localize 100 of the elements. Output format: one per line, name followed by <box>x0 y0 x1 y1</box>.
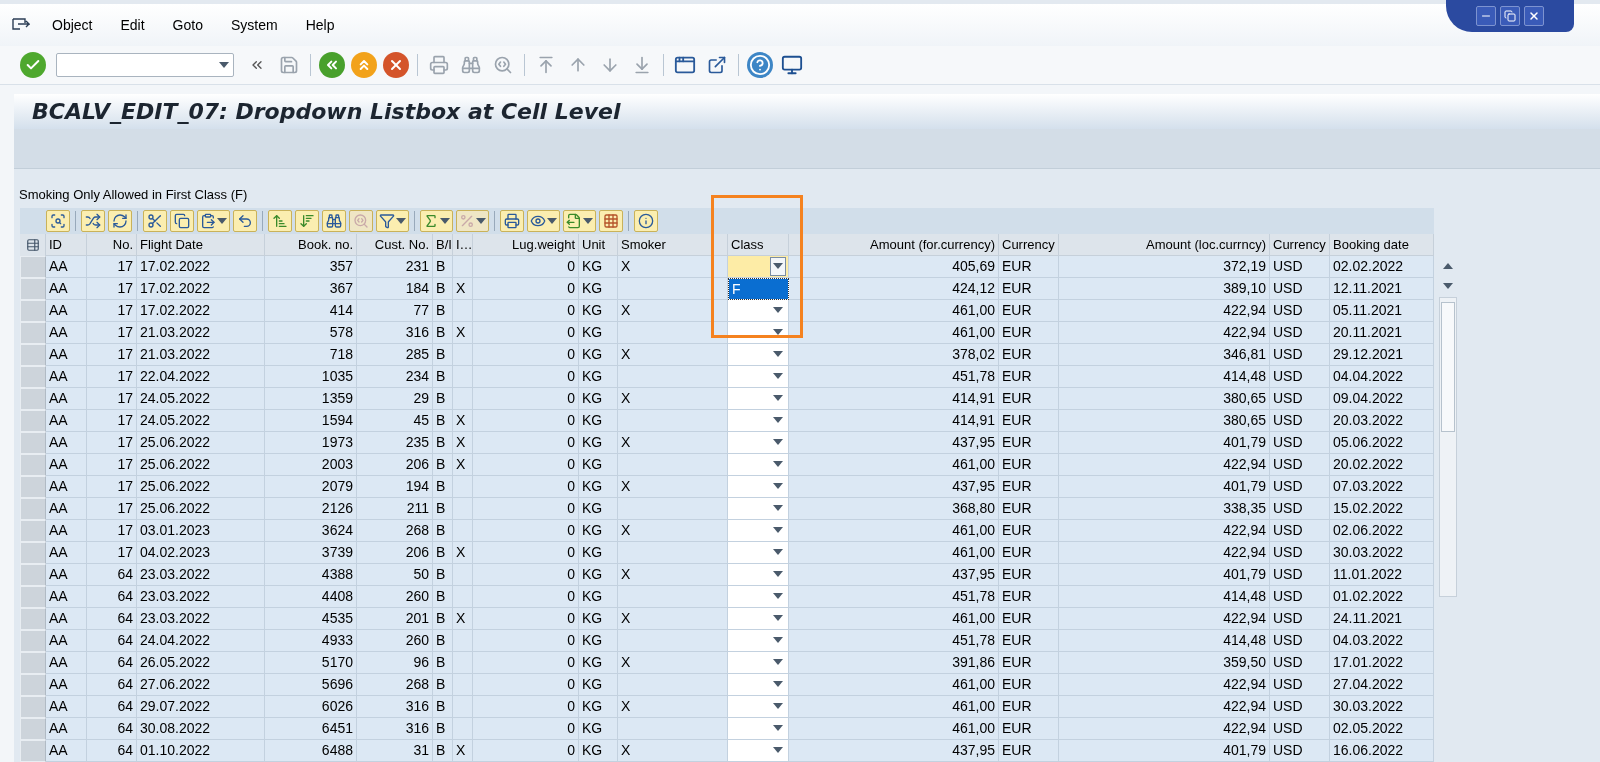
column-header[interactable]: Book. no. <box>265 234 357 256</box>
minimize-button[interactable] <box>1476 6 1496 26</box>
help-button[interactable] <box>747 52 773 78</box>
export-button[interactable] <box>563 209 596 232</box>
dropdown-option[interactable]: F <box>729 279 788 299</box>
dropdown-cell[interactable] <box>728 344 789 366</box>
column-header[interactable]: Booking date <box>1330 234 1434 256</box>
cancel-button[interactable] <box>383 52 409 78</box>
command-field[interactable] <box>56 53 234 77</box>
table-cell: 0 <box>473 300 579 322</box>
table-cell: 422,94 <box>1059 520 1270 542</box>
table-cell: 04.02.2023 <box>137 542 265 564</box>
table-cell: USD <box>1270 674 1330 696</box>
scroll-thumb[interactable] <box>1441 302 1455 432</box>
column-header[interactable]: Lug.weight <box>473 234 579 256</box>
column-header[interactable]: B/I <box>433 234 453 256</box>
dropdown-cell[interactable] <box>728 564 789 586</box>
column-settings-button[interactable] <box>20 234 46 256</box>
menu-item[interactable]: Edit <box>106 17 159 33</box>
table-cell: USD <box>1270 344 1330 366</box>
print-button[interactable] <box>500 209 524 232</box>
total-button[interactable] <box>420 209 453 232</box>
column-header[interactable]: Amount (for.currency) <box>789 234 999 256</box>
table-cell: EUR <box>999 630 1059 652</box>
dropdown-cell[interactable] <box>728 652 789 674</box>
dropdown-cell[interactable] <box>728 476 789 498</box>
down-arrow-icon <box>773 681 783 688</box>
views-button[interactable] <box>527 209 560 232</box>
down-arrow-icon <box>773 351 783 358</box>
dropdown-cell[interactable] <box>728 608 789 630</box>
table-cell: 338,35 <box>1059 498 1270 520</box>
dropdown-cell[interactable] <box>728 696 789 718</box>
dropdown-cell[interactable] <box>728 300 789 322</box>
cut-button[interactable] <box>143 209 167 232</box>
restore-button[interactable] <box>1500 6 1520 26</box>
dropdown-button[interactable] <box>770 257 786 276</box>
table-cell: 64 <box>87 696 137 718</box>
column-header[interactable]: I… <box>453 234 473 256</box>
table-cell: 25.06.2022 <box>137 454 265 476</box>
dropdown-cell[interactable] <box>728 520 789 542</box>
dropdown-cell[interactable] <box>728 432 789 454</box>
sort-descending-button[interactable] <box>295 209 319 232</box>
dropdown-cell[interactable] <box>728 454 789 476</box>
back-button[interactable] <box>319 52 345 78</box>
dropdown-cell[interactable] <box>728 256 789 278</box>
table-cell: AA <box>46 630 87 652</box>
table-cell <box>453 586 473 608</box>
dropdown-cell[interactable] <box>728 366 789 388</box>
column-header[interactable]: Class <box>728 234 789 256</box>
export-icon <box>566 212 582 229</box>
down-arrow-icon <box>1443 283 1453 289</box>
table-cell: 17.02.2022 <box>137 256 265 278</box>
column-header[interactable]: Amount (loc.currncy) <box>1059 234 1270 256</box>
subtotal-button[interactable] <box>456 209 489 232</box>
close-button[interactable] <box>1524 6 1544 26</box>
column-header[interactable]: Currency <box>999 234 1059 256</box>
down-arrow-icon <box>773 747 783 754</box>
dropdown-cell[interactable] <box>728 410 789 432</box>
dropdown-cell[interactable] <box>728 498 789 520</box>
exit-button[interactable] <box>351 52 377 78</box>
dropdown-cell[interactable] <box>728 718 789 740</box>
table-cell: AA <box>46 366 87 388</box>
enter-button[interactable] <box>20 52 46 78</box>
column-header[interactable]: Currency <box>1270 234 1330 256</box>
filter-button[interactable] <box>376 209 409 232</box>
info-button[interactable] <box>634 209 658 232</box>
table-cell: 5170 <box>265 652 357 674</box>
table-cell: 17 <box>87 366 137 388</box>
table-cell: 378,02 <box>789 344 999 366</box>
menu-icon[interactable] <box>12 18 30 32</box>
column-header[interactable]: ID <box>46 234 87 256</box>
menu-item[interactable]: Help <box>291 17 349 33</box>
column-header[interactable]: Flight Date <box>137 234 265 256</box>
column-header[interactable]: Unit <box>579 234 618 256</box>
table-cell: 27.06.2022 <box>137 674 265 696</box>
layout-button[interactable] <box>599 209 623 232</box>
column-header[interactable]: Cust. No. <box>357 234 433 256</box>
refresh-button[interactable] <box>108 209 132 232</box>
dropdown-cell[interactable] <box>728 542 789 564</box>
table-cell: AA <box>46 344 87 366</box>
menu-item[interactable]: Goto <box>158 17 217 33</box>
undo-button[interactable] <box>233 209 257 232</box>
details-button[interactable] <box>46 209 70 232</box>
dropdown-cell[interactable] <box>728 740 789 762</box>
paste-button[interactable] <box>197 209 230 232</box>
dropdown-cell[interactable] <box>728 630 789 652</box>
table-cell: 0 <box>473 520 579 542</box>
dropdown-cell[interactable] <box>728 388 789 410</box>
grid-icon <box>603 212 619 229</box>
dropdown-cell[interactable] <box>728 586 789 608</box>
copy-button[interactable] <box>170 209 194 232</box>
table-cell: 21.03.2022 <box>137 322 265 344</box>
table-cell: 461,00 <box>789 718 999 740</box>
sort-ascending-button[interactable] <box>268 209 292 232</box>
column-header[interactable]: No. <box>87 234 137 256</box>
menu-item[interactable]: System <box>216 17 292 33</box>
dropdown-cell[interactable] <box>728 674 789 696</box>
menu-item[interactable]: Object <box>38 17 107 33</box>
find-button[interactable] <box>322 209 346 232</box>
table-cell: AA <box>46 410 87 432</box>
